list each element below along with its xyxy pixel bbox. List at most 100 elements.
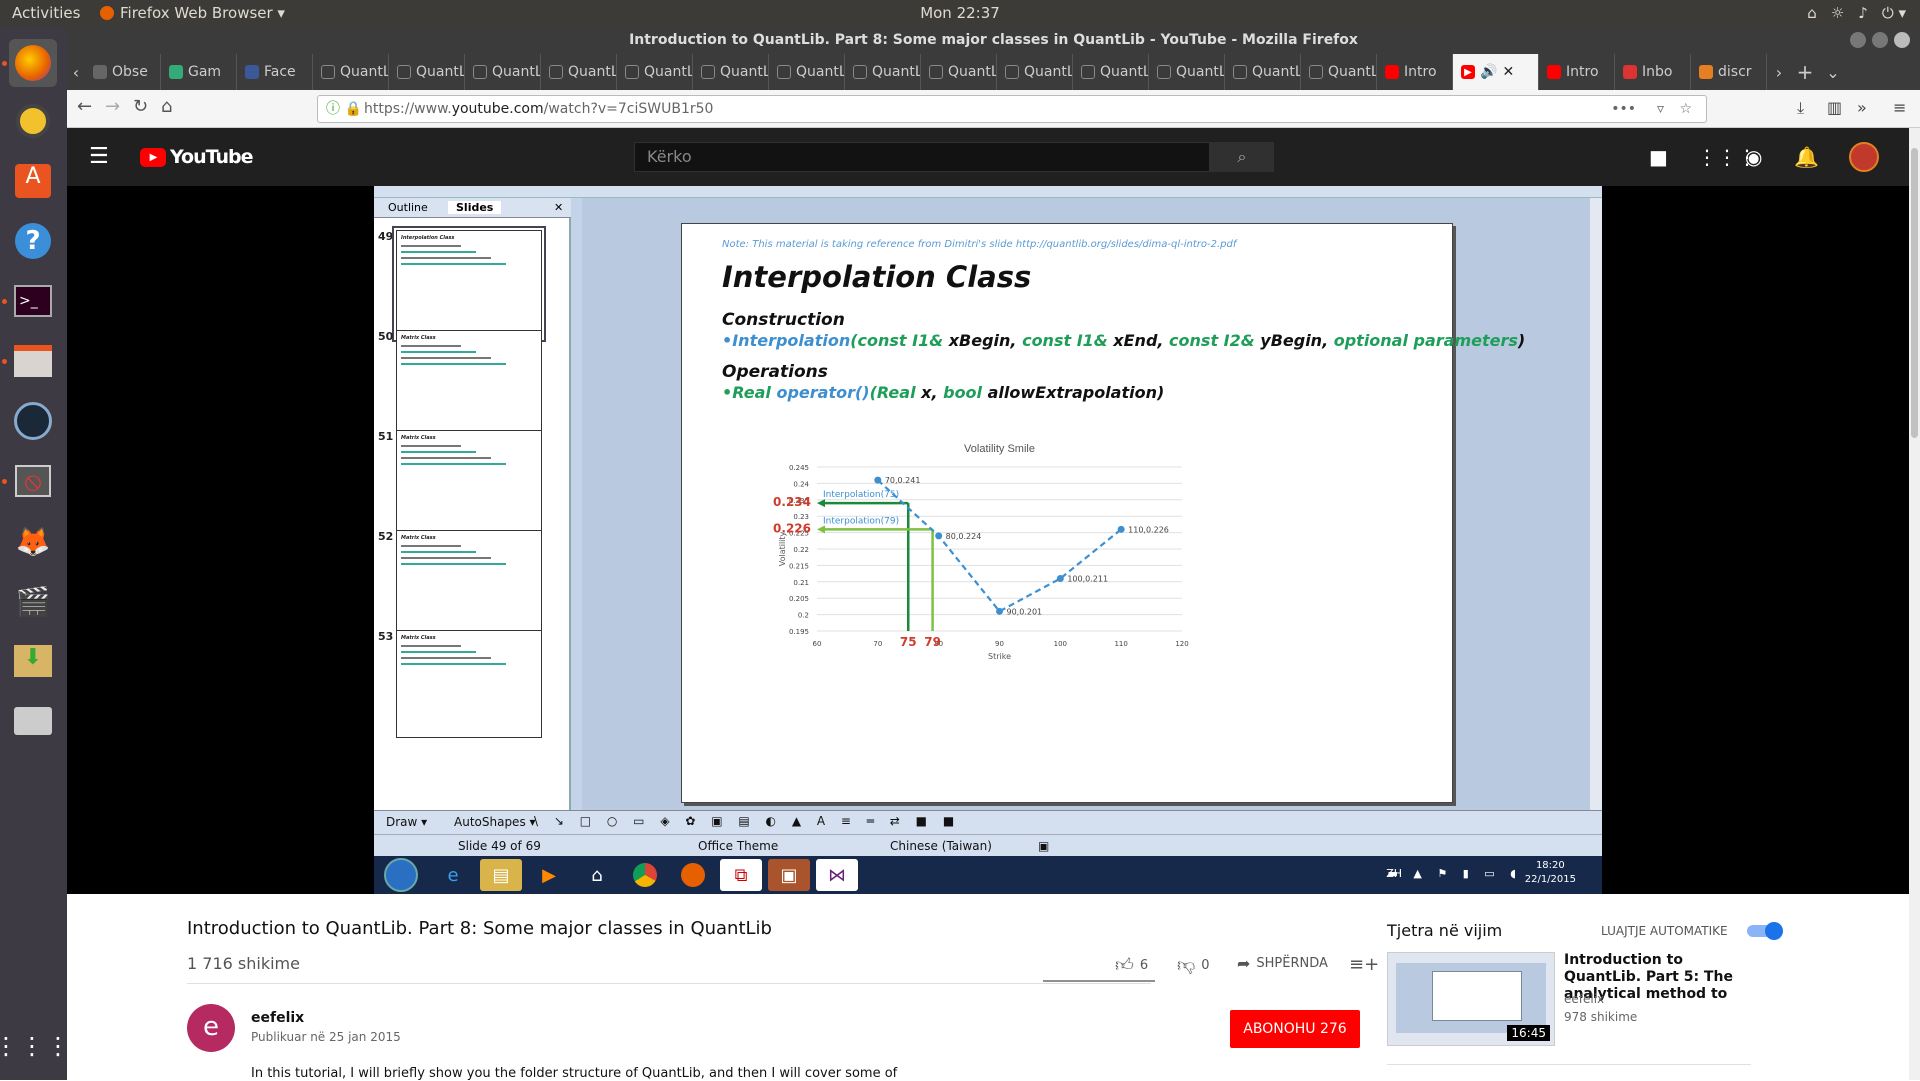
- video-player[interactable]: Outline Slides ✕ 49 Interpolation Class 50…: [67, 186, 1920, 894]
- software-center-launcher[interactable]: A: [9, 157, 57, 205]
- tray-icons[interactable]: ▬ ▲ ⚑ ▮ ▭ ◖: [1388, 867, 1522, 880]
- tab-1[interactable]: Gam: [161, 54, 237, 90]
- powerpoint-icon[interactable]: ▣: [768, 859, 810, 891]
- tab-9[interactable]: QuantLi: [769, 54, 845, 90]
- share-button[interactable]: ➦ SHPËRNDA: [1237, 954, 1328, 973]
- reload-button[interactable]: ↻: [133, 96, 148, 117]
- drawing-tools-icon[interactable]: \ ↘ □ ○ ▭ ◈ ✿ ▣ ▤ ◐ ▲ A ≡ ═ ⇄ ■ ■: [534, 814, 960, 828]
- download-launcher[interactable]: ⬇: [9, 637, 57, 685]
- tab-outline[interactable]: Outline: [388, 201, 428, 214]
- help-launcher[interactable]: ?: [9, 217, 57, 265]
- tab-17[interactable]: Intro: [1377, 54, 1453, 90]
- messages-icon[interactable]: ◉: [1745, 145, 1762, 169]
- search-button[interactable]: ⌕: [1210, 142, 1274, 172]
- system-tray[interactable]: ⌂ ☼ ♪ ⏻ ▾: [1807, 4, 1906, 22]
- tab-12[interactable]: QuantLi: [997, 54, 1073, 90]
- scroll-tabs-left-icon[interactable]: ‹: [67, 63, 85, 82]
- ie-icon[interactable]: e: [432, 859, 474, 891]
- account-avatar[interactable]: [1849, 142, 1879, 172]
- acrobat-icon[interactable]: ⧉: [720, 859, 762, 891]
- hamburger-menu-icon[interactable]: ☰: [89, 144, 109, 169]
- youtube-logo[interactable]: ▶ YouTube: [140, 146, 253, 168]
- video-editor-launcher[interactable]: 🎬: [9, 577, 57, 625]
- home-button[interactable]: ⌂: [161, 96, 172, 117]
- recommended-channel[interactable]: eefelix: [1564, 992, 1604, 1006]
- autoshapes-menu[interactable]: AutoShapes ▾: [454, 815, 536, 829]
- tab-11[interactable]: QuantLi: [921, 54, 997, 90]
- slide-thumbnail[interactable]: Matrix Class: [396, 430, 542, 538]
- notifications-bell-icon[interactable]: 🔔: [1794, 145, 1819, 169]
- tab-3[interactable]: QuantLi: [313, 54, 389, 90]
- media-player-icon[interactable]: ▶: [528, 859, 570, 891]
- channel-name[interactable]: eefelix: [251, 1010, 304, 1026]
- add-to-playlist-button[interactable]: ≡+: [1349, 954, 1379, 975]
- downloads-icon[interactable]: ⤓: [1797, 98, 1804, 118]
- sidebar-icon[interactable]: ▥: [1827, 98, 1842, 117]
- bookmark-star-icon[interactable]: ☆: [1679, 96, 1692, 122]
- tab-after-1[interactable]: Inbo: [1615, 54, 1691, 90]
- recommended-thumbnail[interactable]: 16:45: [1387, 952, 1555, 1046]
- tab-5[interactable]: QuantLi: [465, 54, 541, 90]
- tab-14[interactable]: QuantLi: [1149, 54, 1225, 90]
- tab-active[interactable]: ▶ 🔊 ✕: [1453, 54, 1539, 90]
- scroll-tabs-right-icon[interactable]: ›: [1767, 63, 1791, 82]
- slide-thumbnail[interactable]: Matrix Class: [396, 530, 542, 638]
- tab-2[interactable]: Face: [237, 54, 313, 90]
- tab-after-0[interactable]: Intro: [1539, 54, 1615, 90]
- tab-13[interactable]: QuantLi: [1073, 54, 1149, 90]
- speaker-icon[interactable]: 🔊: [1480, 64, 1497, 80]
- autoplay-toggle[interactable]: [1747, 921, 1783, 940]
- tab-0[interactable]: Obse: [85, 54, 161, 90]
- tab-4[interactable]: QuantLi: [389, 54, 465, 90]
- tab-list-icon[interactable]: ⌄: [1819, 63, 1847, 82]
- tab-after-2[interactable]: discr: [1691, 54, 1767, 90]
- overflow-icon[interactable]: »: [1857, 98, 1867, 117]
- network-app-icon[interactable]: ⌂: [576, 859, 618, 891]
- firefox-taskbar-icon[interactable]: [672, 859, 714, 891]
- subscribe-button[interactable]: ABONOHU 276: [1230, 1010, 1360, 1048]
- page-scrollbar[interactable]: [1909, 128, 1920, 1080]
- url-bar[interactable]: ⓘ 🔒 https://www.youtube.com/watch?v=7ciS…: [317, 95, 1707, 123]
- show-apps-button[interactable]: ⋮⋮⋮: [0, 1022, 70, 1070]
- tab-10[interactable]: QuantLi: [845, 54, 921, 90]
- back-button[interactable]: ←: [77, 96, 92, 117]
- draw-menu[interactable]: Draw ▾: [386, 815, 427, 829]
- tab-16[interactable]: QuantLi: [1301, 54, 1377, 90]
- windows-start-icon[interactable]: [384, 858, 418, 892]
- firefox-launcher[interactable]: [9, 39, 57, 87]
- visual-studio-icon[interactable]: ⋈: [816, 859, 858, 891]
- tab-15[interactable]: QuantLi: [1225, 54, 1301, 90]
- upload-video-icon[interactable]: ■: [1649, 145, 1668, 169]
- close-pane-icon[interactable]: ✕: [554, 201, 563, 214]
- tab-slides[interactable]: Slides: [448, 201, 502, 214]
- minimize-button[interactable]: [1850, 32, 1866, 48]
- scroll-thumb[interactable]: [1911, 148, 1918, 438]
- windows-clock[interactable]: 18:20 22/1/2015: [1525, 859, 1576, 887]
- tab-7[interactable]: QuantLi: [617, 54, 693, 90]
- explorer-icon[interactable]: ▤: [480, 859, 522, 891]
- page-actions-icon[interactable]: •••: [1611, 96, 1636, 122]
- slide-scrollbar[interactable]: [1590, 198, 1602, 810]
- lock-icon[interactable]: ⓘ 🔒: [326, 96, 362, 122]
- maximize-button[interactable]: [1872, 32, 1888, 48]
- search-input[interactable]: Kërko: [634, 142, 1210, 172]
- tab-close-icon[interactable]: ✕: [1502, 64, 1514, 80]
- dislike-button[interactable]: 👎︎ 0: [1177, 954, 1210, 976]
- new-tab-icon[interactable]: +: [1791, 60, 1819, 84]
- slide-thumbnail[interactable]: Matrix Class: [396, 630, 542, 738]
- chrome-icon[interactable]: [624, 859, 666, 891]
- pocket-icon[interactable]: ▿: [1657, 96, 1664, 122]
- steam-launcher[interactable]: [9, 397, 57, 445]
- menu-icon[interactable]: ≡: [1893, 98, 1906, 117]
- close-window-button[interactable]: [1894, 32, 1910, 48]
- printer-launcher[interactable]: [9, 697, 57, 745]
- slide-thumbnail[interactable]: Matrix Class: [396, 330, 542, 438]
- rhythmbox-launcher[interactable]: [9, 97, 57, 145]
- like-button[interactable]: 👍︎ 6: [1115, 954, 1148, 976]
- clock[interactable]: Mon 22:37: [0, 4, 1920, 22]
- tab-8[interactable]: QuantLi: [693, 54, 769, 90]
- files-launcher[interactable]: [9, 337, 57, 385]
- forward-button[interactable]: →: [105, 96, 120, 117]
- channel-avatar[interactable]: e: [187, 1004, 235, 1052]
- blocker-launcher[interactable]: ⦸: [9, 457, 57, 505]
